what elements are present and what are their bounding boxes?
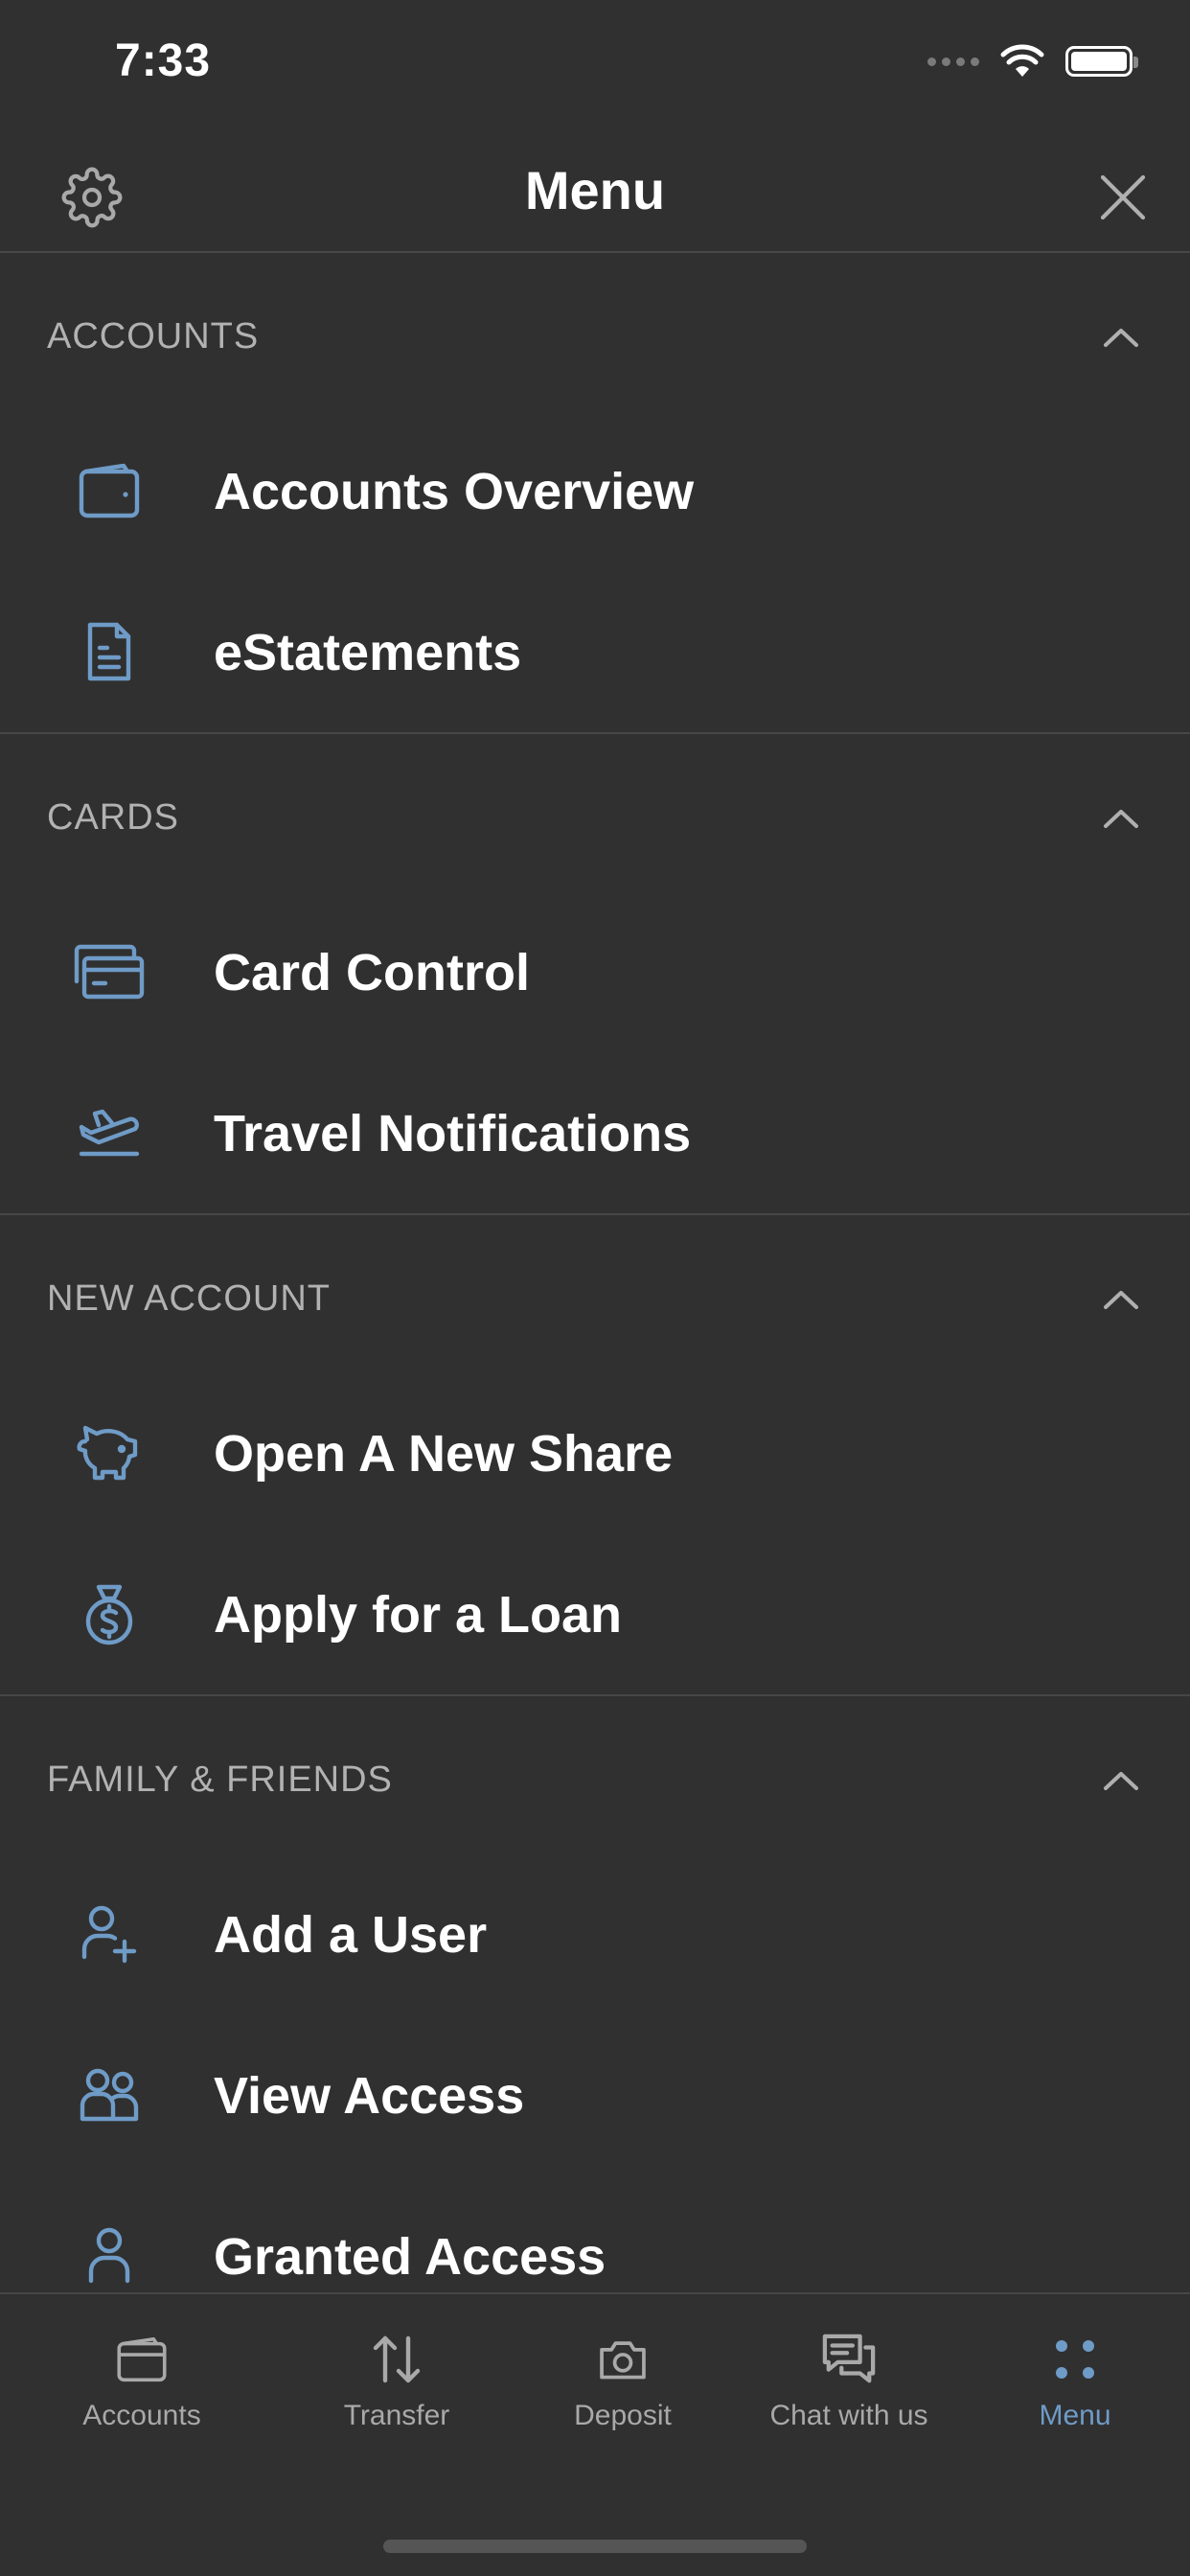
page-title: Menu — [524, 160, 666, 220]
section-cards: CARDS Card Control Travel Notifications — [0, 734, 1190, 1215]
nav-label: Chat with us — [769, 2400, 928, 2431]
home-indicator — [383, 2540, 807, 2553]
menu-item-label: Card Control — [214, 944, 530, 1001]
document-icon — [71, 617, 148, 686]
chevron-up-icon[interactable] — [1100, 316, 1142, 358]
close-icon — [1100, 174, 1146, 220]
nav-item-deposit[interactable]: Deposit — [510, 2294, 736, 2432]
section-title: FAMILY & FRIENDS — [47, 1760, 393, 1800]
users-icon — [71, 2060, 148, 2129]
section-header-accounts[interactable]: ACCOUNTS — [0, 253, 1190, 418]
chevron-up-icon[interactable] — [1100, 1278, 1142, 1321]
nav-item-chat[interactable]: Chat with us — [736, 2294, 962, 2432]
wallet-icon — [71, 456, 148, 525]
nav-label: Transfer — [343, 2400, 450, 2431]
menu-item-add-user[interactable]: Add a User — [0, 1853, 1190, 2014]
menu-list[interactable]: ACCOUNTS Accounts Overview eStatements C… — [0, 253, 1190, 2292]
wifi-icon — [1000, 44, 1044, 77]
section-title: CARDS — [47, 797, 180, 838]
menu-item-view-access[interactable]: View Access — [0, 2014, 1190, 2175]
close-button[interactable] — [1085, 159, 1161, 236]
cards-icon — [71, 937, 148, 1006]
status-bar: 7:33 — [0, 0, 1190, 134]
user-icon — [71, 2221, 148, 2290]
nav-label: Menu — [1039, 2400, 1111, 2431]
wallet-icon — [113, 2331, 171, 2388]
transfer-arrows-icon — [368, 2331, 425, 2388]
menu-item-label: Open A New Share — [214, 1425, 674, 1483]
menu-item-apply-for-loan[interactable]: Apply for a Loan — [0, 1533, 1190, 1694]
menu-item-label: View Access — [214, 2067, 525, 2125]
money-bag-icon — [71, 1579, 148, 1648]
section-header-new-account[interactable]: NEW ACCOUNT — [0, 1215, 1190, 1380]
menu-dots-icon — [1046, 2331, 1104, 2388]
menu-item-accounts-overview[interactable]: Accounts Overview — [0, 410, 1190, 571]
menu-item-card-control[interactable]: Card Control — [0, 891, 1190, 1052]
section-title: ACCOUNTS — [47, 316, 260, 356]
nav-label: Deposit — [574, 2400, 672, 2431]
menu-item-label: Add a User — [214, 1906, 488, 1964]
section-title: NEW ACCOUNT — [47, 1278, 331, 1319]
menu-item-label: eStatements — [214, 624, 522, 681]
menu-item-label: Travel Notifications — [214, 1105, 692, 1162]
bottom-navigation: Accounts Transfer Deposit Chat with us M… — [0, 2292, 1190, 2576]
menu-item-granted-access[interactable]: Granted Access — [0, 2175, 1190, 2292]
menu-item-label: Granted Access — [214, 2228, 606, 2286]
menu-item-estatements[interactable]: eStatements — [0, 571, 1190, 732]
nav-item-accounts[interactable]: Accounts — [0, 2294, 284, 2432]
menu-header: Menu — [0, 134, 1190, 253]
menu-item-label: Apply for a Loan — [214, 1586, 623, 1644]
nav-item-menu[interactable]: Menu — [962, 2294, 1188, 2432]
cellular-signal-icon — [927, 57, 979, 66]
battery-icon — [1065, 46, 1138, 77]
chevron-up-icon[interactable] — [1100, 1760, 1142, 1802]
menu-item-label: Accounts Overview — [214, 463, 695, 520]
chat-icon — [820, 2331, 878, 2388]
section-header-family-friends[interactable]: FAMILY & FRIENDS — [0, 1696, 1190, 1861]
status-time: 7:33 — [115, 35, 212, 86]
airplane-icon — [71, 1098, 148, 1167]
section-header-cards[interactable]: CARDS — [0, 734, 1190, 899]
menu-item-travel-notifications[interactable]: Travel Notifications — [0, 1052, 1190, 1213]
status-icons — [927, 44, 1138, 79]
chevron-up-icon[interactable] — [1100, 797, 1142, 840]
menu-item-open-new-share[interactable]: Open A New Share — [0, 1372, 1190, 1533]
nav-label: Accounts — [82, 2400, 201, 2431]
piggy-bank-icon — [71, 1418, 148, 1487]
camera-icon — [594, 2331, 652, 2388]
section-family-friends: FAMILY & FRIENDS Add a User View Access … — [0, 1696, 1190, 2292]
section-new-account: NEW ACCOUNT Open A New Share Apply for a… — [0, 1215, 1190, 1696]
section-accounts: ACCOUNTS Accounts Overview eStatements — [0, 253, 1190, 734]
nav-item-transfer[interactable]: Transfer — [284, 2294, 510, 2432]
add-user-icon — [71, 1899, 148, 1968]
